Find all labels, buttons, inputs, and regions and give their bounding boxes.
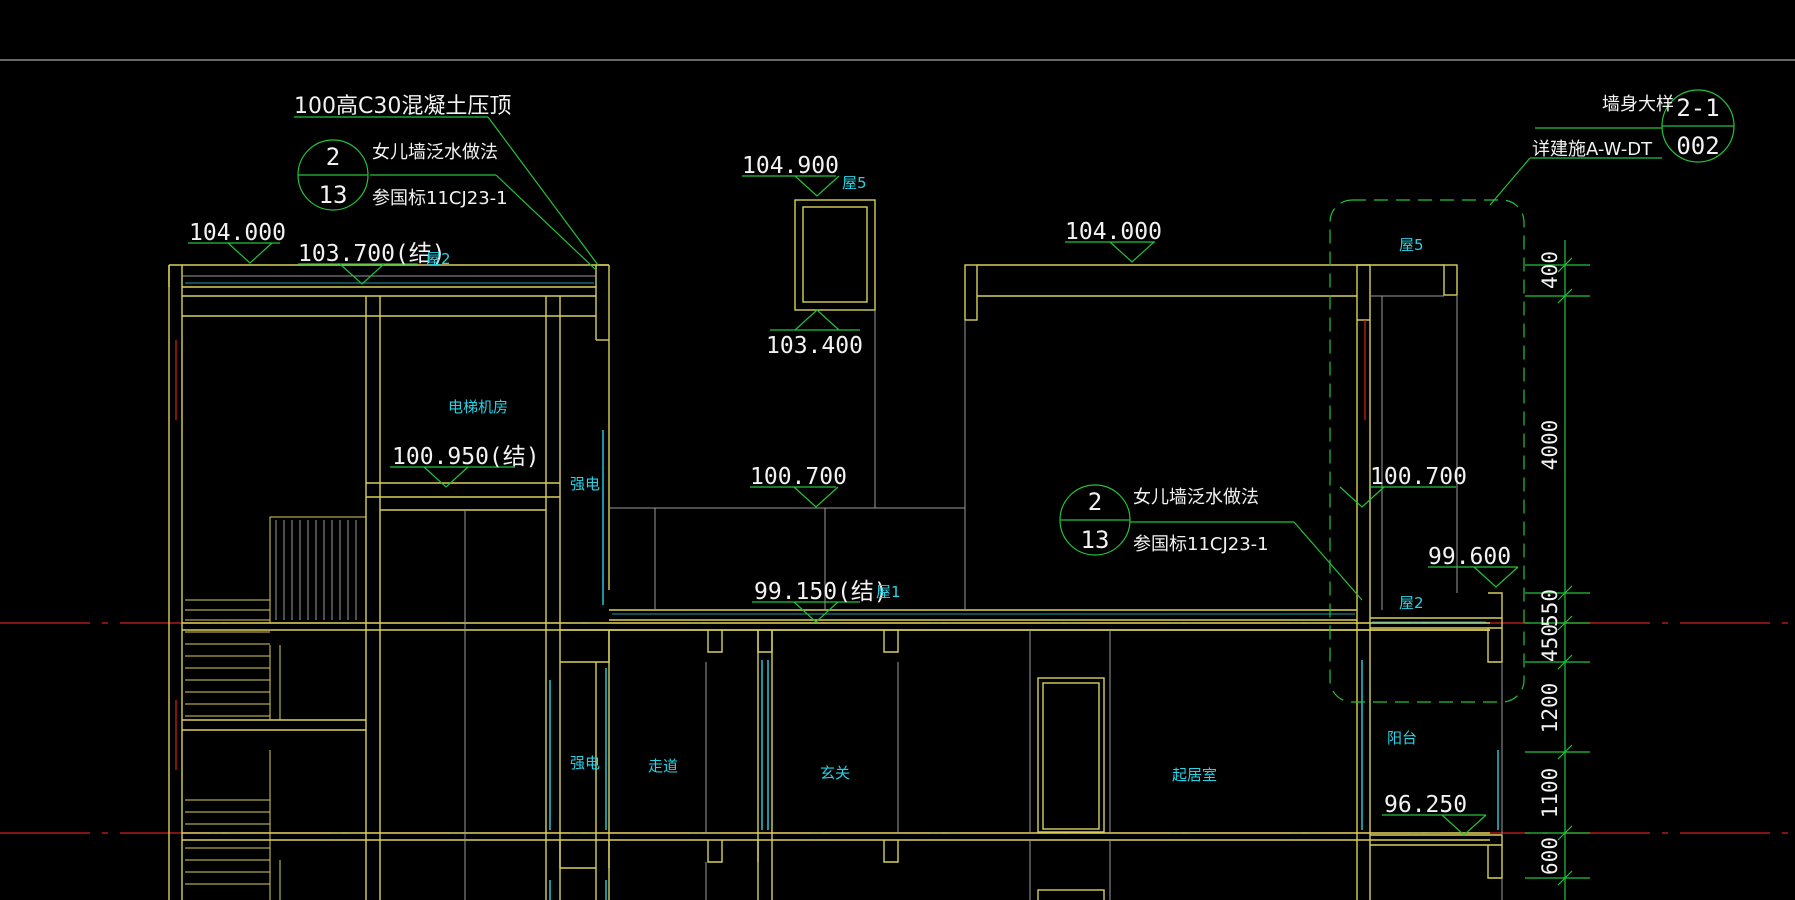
detail-a-bottom: 13 [319, 181, 348, 209]
detail-b-bottom: 13 [1081, 526, 1110, 554]
dim-1100: 1100 [1538, 768, 1562, 819]
dim-450: 450 [1538, 624, 1562, 662]
window-lines [549, 430, 1499, 900]
standard-note-a: 参国标11CJ23-1 [372, 188, 508, 209]
detail-a-top: 2 [326, 143, 340, 171]
elevation-100-700-right: 100.700 [1370, 464, 1467, 490]
section-drawing: 100高C30混凝土压顶 女儿墙泛水做法 参国标11CJ23-1 女儿墙泛水做法… [0, 59, 1795, 900]
elevation-103-400: 103.400 [766, 333, 863, 359]
elevation-96-250: 96.250 [1384, 792, 1467, 818]
room-elevator-machine: 电梯机房 [448, 398, 508, 416]
dim-400: 400 [1538, 251, 1562, 289]
room-power-lower: 强电 [570, 754, 600, 772]
dim-600: 600 [1538, 837, 1562, 875]
room-living: 起居室 [1172, 766, 1217, 784]
main-block-walls [559, 199, 1503, 900]
level-tag-roof2-right: 屋2 [1399, 594, 1424, 612]
detail-wall-bottom: 002 [1676, 132, 1719, 160]
parapet-note-a: 女儿墙泛水做法 [372, 142, 498, 163]
detail-reference-note: 详建施A-W-DT [1532, 139, 1653, 160]
elevation-104-000-right: 104.000 [1065, 219, 1162, 245]
elevation-100-950: 100.950(结) [392, 444, 540, 470]
parapet-note-b: 女儿墙泛水做法 [1133, 487, 1259, 508]
dim-4000: 4000 [1538, 420, 1562, 471]
stair-railing [275, 510, 466, 900]
elevation-104-000-left: 104.000 [189, 220, 286, 246]
room-corridor: 走道 [648, 757, 678, 775]
elevation-99-600: 99.600 [1428, 544, 1511, 570]
room-power-upper: 强电 [570, 475, 600, 493]
level-tag-roof1: 屋1 [876, 583, 901, 601]
dim-1200: 1200 [1538, 683, 1562, 734]
level-tag-roof2-left: 屋2 [426, 250, 451, 268]
coping-note: 100高C30混凝土压顶 [294, 94, 511, 119]
elevation-103-700: 103.700(结) [298, 241, 446, 267]
standard-note-b: 参国标11CJ23-1 [1133, 534, 1269, 555]
level-tag-roof5-top: 屋5 [842, 174, 867, 192]
elevation-104-900: 104.900 [742, 153, 839, 179]
elevation-99-150: 99.150(结) [754, 579, 888, 605]
room-entrance: 玄关 [820, 764, 850, 782]
detail-wall-top: 2-1 [1676, 94, 1719, 122]
detail-b-top: 2 [1088, 488, 1102, 516]
level-tag-roof5-right: 屋5 [1399, 236, 1424, 254]
room-balcony: 阳台 [1387, 729, 1417, 747]
elevation-markers [188, 175, 1519, 836]
wall-detail-note: 墙身大样 [1602, 94, 1674, 115]
elevation-100-700-mid: 100.700 [750, 464, 847, 490]
dim-550: 550 [1538, 589, 1562, 627]
